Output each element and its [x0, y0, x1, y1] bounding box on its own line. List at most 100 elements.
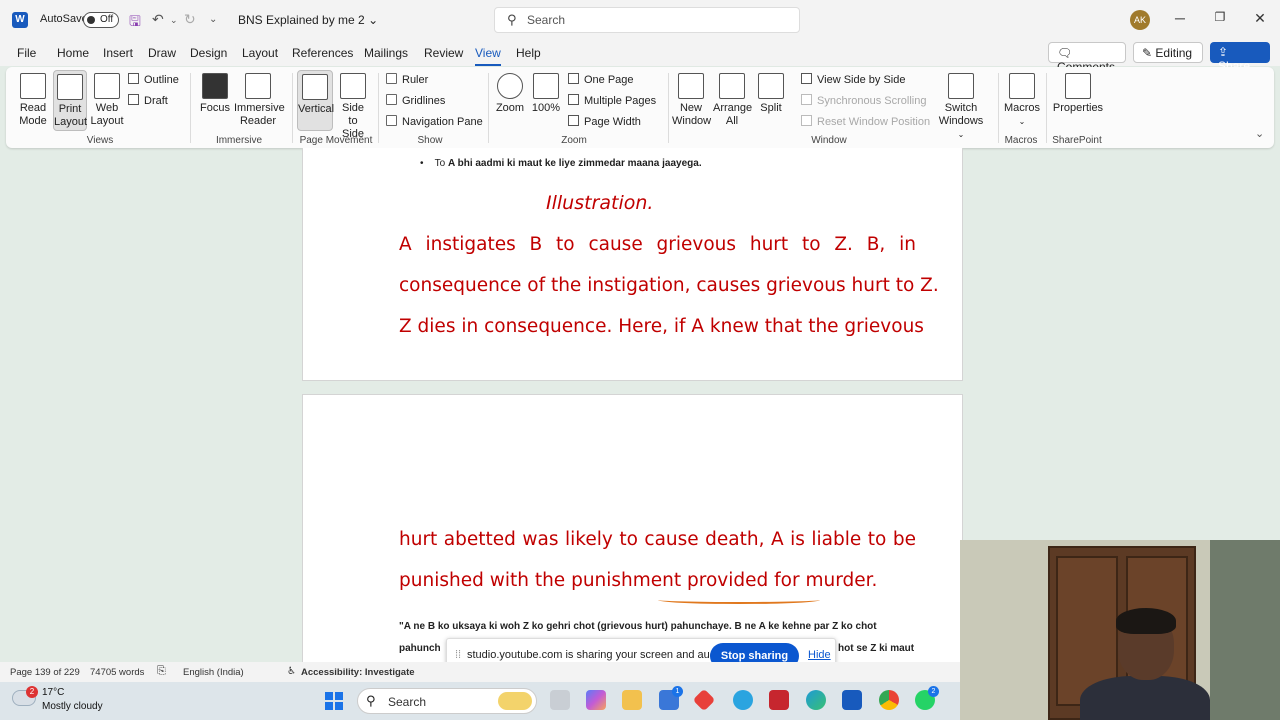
gridlines-checkbox[interactable]: Gridlines	[386, 94, 445, 107]
search-highlight-icon	[498, 692, 532, 710]
whatsapp-badge: 2	[928, 686, 939, 697]
chrome-icon[interactable]	[879, 690, 899, 710]
chevron-down-icon: ⌄	[1018, 117, 1026, 126]
hide-link[interactable]: Hide	[808, 649, 831, 661]
draft-button[interactable]: Draft	[128, 94, 168, 107]
document-title[interactable]: BNS Explained by me 2 ⌄	[238, 13, 378, 27]
tab-help[interactable]: Help	[516, 46, 541, 60]
one-page-button[interactable]: One Page	[568, 73, 634, 86]
macros-icon	[1009, 73, 1035, 99]
focus-button[interactable]: Focus	[198, 73, 232, 115]
edge-icon[interactable]	[806, 690, 826, 710]
share-button[interactable]: ⇪ Share	[1210, 42, 1270, 73]
undo-icon[interactable]: ↶	[152, 11, 164, 28]
tab-design[interactable]: Design	[190, 46, 227, 60]
search-box[interactable]: ⚲	[494, 7, 800, 33]
bullet-prefix: To	[434, 158, 448, 169]
drag-handle-icon[interactable]: ⁞⁞	[455, 649, 461, 661]
page-count[interactable]: Page 139 of 229	[10, 667, 80, 678]
switch-windows-label-1: Switch	[944, 102, 978, 114]
task-view-icon[interactable]	[550, 690, 570, 710]
chrome-canary-icon[interactable]	[733, 690, 753, 710]
autosave-label: AutoSave	[40, 13, 88, 25]
proofing-icon[interactable]: ⎘	[157, 665, 166, 678]
split-button[interactable]: Split	[754, 73, 788, 115]
editing-label: Editing	[1155, 46, 1193, 60]
arrange-all-button[interactable]: Arrange All	[713, 73, 752, 128]
print-layout-button[interactable]: Print Layout	[53, 70, 87, 131]
search-input[interactable]	[527, 12, 787, 28]
tab-draw[interactable]: Draw	[148, 46, 176, 60]
zoom-100-button[interactable]: 100%	[529, 73, 563, 115]
redo-icon[interactable]: ↻	[184, 11, 196, 28]
tab-home[interactable]: Home	[57, 46, 89, 60]
immersive-reader-button[interactable]: Immersive Reader	[234, 73, 285, 128]
save-icon[interactable]: 🖫	[129, 11, 141, 35]
paragraph-line: punished with the punishment provided fo…	[399, 570, 878, 591]
reset-window-position-button[interactable]: Reset Window Position	[801, 115, 930, 128]
word-taskbar-icon[interactable]	[842, 690, 862, 710]
undo-dropdown-icon[interactable]: ⌄	[170, 15, 178, 26]
new-window-label-1: New	[679, 102, 702, 114]
tab-layout[interactable]: Layout	[242, 46, 278, 60]
language[interactable]: English (India)	[183, 667, 244, 678]
close-icon[interactable]: ✕	[1250, 10, 1270, 27]
draft-icon	[128, 94, 139, 105]
web-layout-button[interactable]: Web Layout	[90, 73, 124, 128]
tab-mailings[interactable]: Mailings	[364, 46, 408, 60]
tab-insert[interactable]: Insert	[103, 46, 133, 60]
customize-toolbar-icon[interactable]: ⌄	[209, 14, 217, 25]
switch-windows-button[interactable]: Switch Windows ⌄	[934, 73, 988, 141]
multiple-pages-button[interactable]: Multiple Pages	[568, 94, 656, 107]
document-page[interactable]	[302, 148, 963, 381]
properties-button[interactable]: Properties	[1052, 73, 1104, 115]
status-bar: Page 139 of 229 74705 words ⎘ English (I…	[0, 662, 960, 682]
avatar[interactable]: AK	[1130, 10, 1150, 30]
ruler-checkbox[interactable]: Ruler	[386, 73, 428, 86]
paragraph-line: hurt abetted was likely to cause death, …	[399, 529, 916, 550]
copilot-icon[interactable]	[586, 690, 606, 710]
macros-button[interactable]: Macros ⌄	[1002, 73, 1042, 128]
taskbar-search[interactable]: ⚲ Search	[357, 688, 537, 714]
focus-icon	[202, 73, 228, 99]
restore-icon[interactable]: ❐	[1210, 10, 1230, 24]
file-explorer-icon[interactable]	[622, 690, 642, 710]
hinglish-paragraph-start: pahunch	[399, 643, 441, 654]
side-to-side-button[interactable]: Side to Side	[336, 73, 370, 141]
illustration-heading: Illustration.	[546, 192, 654, 214]
mcafee-icon[interactable]	[769, 690, 789, 710]
read-mode-button[interactable]: Read Mode	[16, 73, 50, 128]
reset-window-position-label: Reset Window Position	[817, 116, 931, 128]
read-mode-label-2: Mode	[19, 115, 47, 127]
minimize-icon[interactable]: ─	[1170, 10, 1190, 26]
reset-window-icon	[801, 115, 812, 126]
zoom-button[interactable]: Zoom	[493, 73, 527, 115]
comments-button[interactable]: 🗨 Comments	[1048, 42, 1126, 74]
tab-review[interactable]: Review	[424, 46, 463, 60]
vertical-button[interactable]: Vertical	[297, 70, 334, 131]
word-count[interactable]: 74705 words	[90, 667, 144, 678]
windows-start-icon[interactable]	[325, 692, 343, 710]
navigation-pane-checkbox[interactable]: Navigation Pane	[386, 115, 483, 128]
collapse-ribbon-icon[interactable]: ⌄	[1255, 127, 1264, 140]
immersive-reader-icon	[245, 73, 271, 99]
sync-scroll-icon	[801, 94, 812, 105]
tab-references[interactable]: References	[292, 46, 353, 60]
tab-file[interactable]: File	[17, 46, 36, 60]
accessibility-status[interactable]: Accessibility: Investigate	[301, 667, 415, 678]
tab-view[interactable]: View	[475, 46, 501, 66]
divider	[668, 73, 669, 143]
autosave-toggle[interactable]: Off	[83, 12, 119, 28]
immersive-reader-label-2: Reader	[239, 115, 277, 127]
comment-icon: 🗨	[1057, 46, 1073, 60]
page-width-button[interactable]: Page Width	[568, 115, 641, 128]
pen-underline-annotation	[658, 596, 820, 604]
outline-label: Outline	[144, 74, 179, 86]
synchronous-scrolling-button[interactable]: Synchronous Scrolling	[801, 94, 926, 107]
outline-button[interactable]: Outline	[128, 73, 179, 86]
view-side-by-side-button[interactable]: View Side by Side	[801, 73, 905, 86]
macros-label: Macros	[1003, 102, 1041, 114]
new-window-button[interactable]: New Window	[672, 73, 711, 128]
editing-button[interactable]: ✎ Editing ⌄	[1133, 42, 1203, 73]
ruler-label: Ruler	[402, 74, 429, 86]
